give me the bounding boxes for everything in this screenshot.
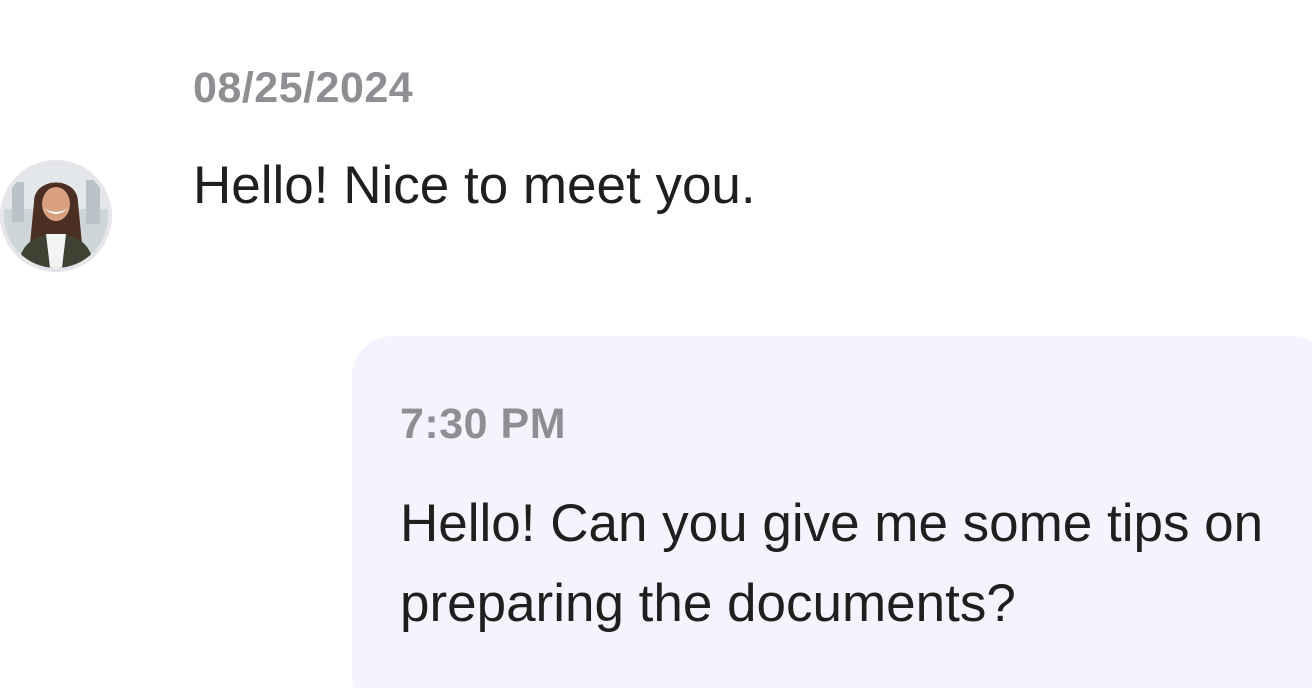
avatar-photo-icon xyxy=(4,164,108,268)
message-date: 08/25/2024 xyxy=(193,64,414,112)
outgoing-message-text: Hello! Can you give me some tips on prep… xyxy=(400,494,1264,633)
incoming-message-text: Hello! Nice to meet you. xyxy=(193,156,756,215)
user-avatar-icon[interactable] xyxy=(0,160,112,272)
outgoing-message-bubble[interactable]: 7:30 PM Hello! Can you give me some tips… xyxy=(352,336,1312,688)
message-time: 7:30 PM xyxy=(400,400,567,448)
chat-thread: 08/25/2024 Hello! Nice to meet you. 7:30… xyxy=(0,0,1312,688)
incoming-message: 08/25/2024 Hello! Nice to meet you. xyxy=(0,0,1312,300)
